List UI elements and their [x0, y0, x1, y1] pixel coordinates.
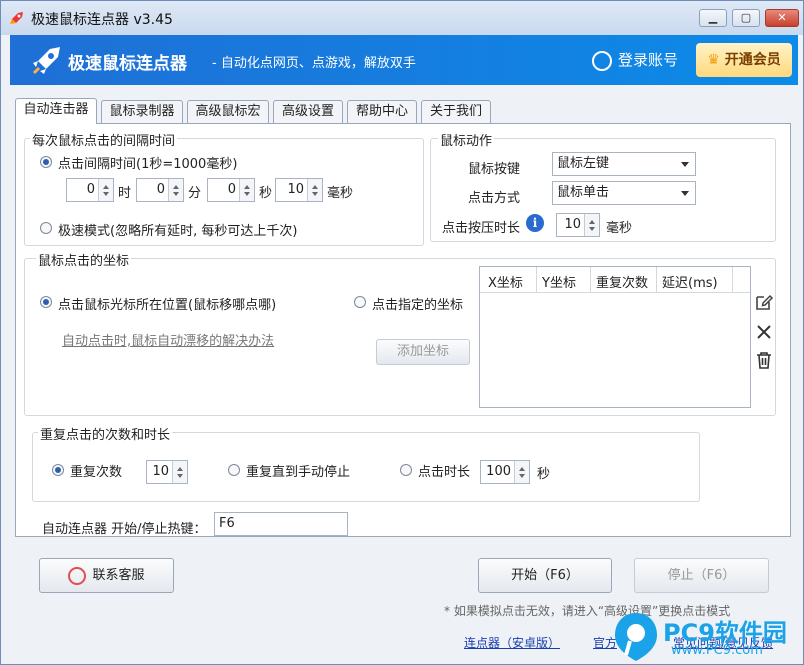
edit-icon[interactable] — [754, 292, 774, 312]
tab-advanced-settings[interactable]: 高级设置 — [273, 100, 343, 124]
repeat-count-radio[interactable] — [52, 464, 64, 476]
mode-select[interactable]: 鼠标单击 — [552, 181, 696, 205]
minimize-button[interactable]: ▁ — [699, 9, 727, 27]
stepper-arrows-icon[interactable] — [514, 461, 529, 483]
crown-icon: ♛ — [707, 52, 725, 68]
slogan: - 自动化点网页、点游戏，解放双手 — [212, 56, 416, 71]
cursor-position-label: 点击鼠标光标所在位置(鼠标移哪点哪) — [58, 298, 277, 313]
tab-help[interactable]: 帮助中心 — [347, 100, 417, 124]
trash-icon[interactable] — [754, 350, 774, 370]
tab-mouse-recorder[interactable]: 鼠标录制器 — [101, 100, 183, 124]
user-icon — [592, 50, 612, 71]
mode-label: 点击方式 — [468, 191, 521, 206]
button-label: 鼠标按键 — [468, 162, 521, 177]
column-x: X坐标 — [488, 276, 523, 291]
tab-panel: 每次鼠标点击的间隔时间 点击间隔时间(1秒=1000毫秒) 0 时 0 分 0 … — [15, 123, 791, 537]
click-duration-stepper[interactable]: 100 — [480, 460, 530, 484]
second-unit: 秒 — [259, 186, 273, 201]
window-title: 极速鼠标连点器 v3.45 — [31, 12, 173, 28]
stepper-arrows-icon[interactable] — [307, 179, 322, 201]
close-button[interactable]: ✕ — [765, 9, 799, 27]
header-banner: 极速鼠标连点器 - 自动化点网页、点游戏，解放双手 登录账号 ♛ 开通会员 — [10, 35, 798, 85]
hotkey-input[interactable]: F6 — [214, 512, 348, 536]
column-delay: 延迟(ms) — [662, 276, 718, 291]
contact-service-button[interactable]: 联系客服 — [39, 558, 174, 593]
hour-unit: 时 — [118, 186, 132, 201]
watermark-url: www.PC9.com — [671, 643, 763, 658]
contact-service-label: 联系客服 — [92, 568, 145, 583]
drift-fix-link[interactable]: 自动点击时,鼠标自动漂移的解决办法 — [62, 330, 274, 349]
pc9-watermark: PC9软件园 www.PC9.com — [611, 609, 801, 665]
tab-auto-clicker[interactable]: 自动连击器 — [15, 98, 97, 124]
vip-button[interactable]: ♛ 开通会员 — [696, 43, 792, 77]
stepper-arrows-icon[interactable] — [239, 179, 254, 201]
stepper-arrows-icon[interactable] — [98, 179, 113, 201]
coords-table: X坐标 Y坐标 重复次数 延迟(ms) — [479, 266, 751, 408]
repeat-count-stepper[interactable]: 10 — [146, 460, 188, 484]
delete-icon[interactable] — [754, 322, 774, 342]
second-stepper[interactable]: 0 — [207, 178, 255, 202]
press-duration-label: 点击按压时长 — [442, 221, 521, 236]
repeat-until-stop-radio[interactable] — [228, 464, 240, 476]
add-coord-button[interactable]: 添加坐标 — [376, 339, 470, 365]
coords-table-header: X坐标 Y坐标 重复次数 延迟(ms) — [480, 267, 750, 293]
fixed-coords-radio[interactable] — [354, 296, 366, 308]
column-repeat: 重复次数 — [596, 276, 649, 291]
turbo-radio[interactable] — [40, 222, 52, 234]
click-duration-value: 100 — [486, 464, 511, 479]
start-button[interactable]: 开始（F6） — [478, 558, 612, 593]
millisecond-unit: 毫秒 — [327, 186, 354, 201]
column-y: Y坐标 — [542, 276, 576, 291]
app-logo-icon — [10, 12, 23, 24]
service-icon — [68, 566, 87, 585]
click-duration-radio[interactable] — [400, 464, 412, 476]
pc9-logo-icon — [615, 613, 657, 661]
stepper-arrows-icon[interactable] — [172, 461, 187, 483]
interval-radio[interactable] — [40, 156, 52, 168]
fixed-coords-label: 点击指定的坐标 — [372, 298, 464, 313]
maximize-button[interactable]: ▢ — [732, 9, 760, 27]
coords-legend: 鼠标点击的坐标 — [36, 250, 132, 269]
second-value: 0 — [227, 182, 236, 197]
millisecond-value: 10 — [287, 182, 304, 197]
cursor-position-radio[interactable] — [40, 296, 52, 308]
android-version-link[interactable]: 连点器（安卓版） — [464, 634, 560, 651]
minute-unit: 分 — [188, 186, 202, 201]
tab-about[interactable]: 关于我们 — [421, 100, 491, 124]
repeat-count-value: 10 — [152, 464, 169, 479]
press-duration-value: 10 — [564, 217, 581, 232]
millisecond-stepper[interactable]: 10 — [275, 178, 323, 202]
interval-radio-label: 点击间隔时间(1秒=1000毫秒) — [58, 157, 238, 172]
brand-name: 极速鼠标连点器 — [68, 54, 187, 74]
hotkey-label: 自动连点器 开始/停止热键： — [42, 522, 207, 537]
minute-stepper[interactable]: 0 — [136, 178, 184, 202]
stepper-arrows-icon[interactable] — [584, 214, 599, 236]
interval-legend: 每次鼠标点击的间隔时间 — [30, 130, 178, 149]
tab-advanced-macro[interactable]: 高级鼠标宏 — [187, 100, 269, 124]
app-window: 极速鼠标连点器 v3.45 ▁ ▢ ✕ 极速鼠标连点器 - 自动化点网页、点游戏… — [0, 0, 804, 665]
stepper-arrows-icon[interactable] — [168, 179, 183, 201]
login-link[interactable]: 登录账号 — [592, 49, 678, 71]
click-duration-label: 点击时长 — [418, 465, 471, 480]
login-label: 登录账号 — [618, 51, 679, 69]
hour-stepper[interactable]: 0 — [66, 178, 114, 202]
action-legend: 鼠标动作 — [438, 130, 495, 149]
title-bar: 极速鼠标连点器 v3.45 ▁ ▢ ✕ — [1, 1, 803, 35]
press-duration-stepper[interactable]: 10 — [556, 213, 600, 237]
rocket-icon — [32, 47, 60, 75]
click-duration-unit: 秒 — [537, 467, 551, 482]
hour-value: 0 — [86, 182, 95, 197]
stop-button[interactable]: 停止（F6） — [634, 558, 769, 593]
press-duration-unit: 毫秒 — [606, 221, 633, 236]
vip-label: 开通会员 — [724, 52, 781, 68]
repeat-count-label: 重复次数 — [70, 465, 123, 480]
button-select[interactable]: 鼠标左键 — [552, 152, 696, 176]
turbo-radio-label: 极速模式(忽略所有延时, 每秒可达上千次) — [58, 224, 298, 239]
repeat-until-stop-label: 重复直到手动停止 — [246, 465, 351, 480]
minute-value: 0 — [156, 182, 165, 197]
repeat-legend: 重复点击的次数和时长 — [38, 424, 173, 443]
info-icon[interactable]: i — [526, 214, 544, 232]
